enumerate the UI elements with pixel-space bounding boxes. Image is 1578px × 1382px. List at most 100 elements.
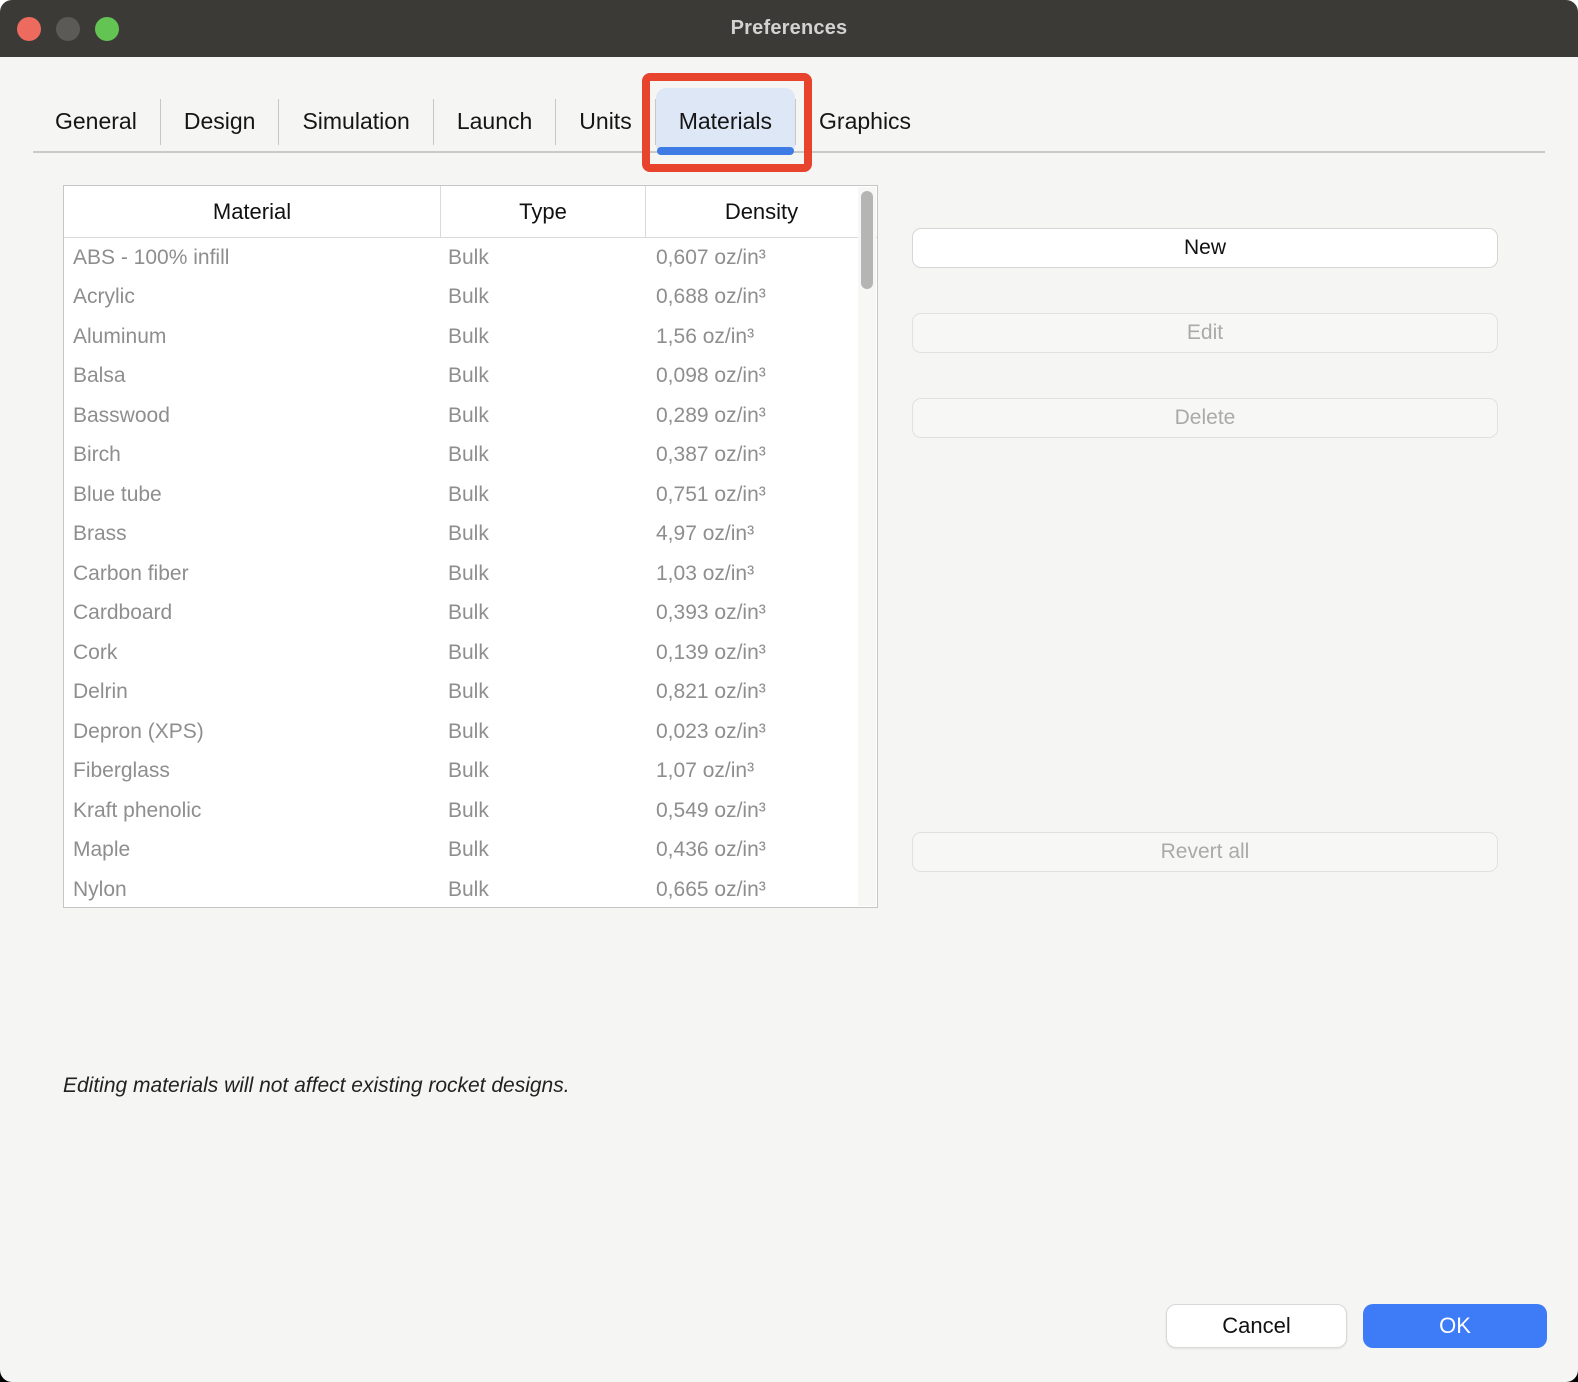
materials-table: Material Type Density ABS - 100% infill … — [63, 185, 878, 908]
column-header-material[interactable]: Material — [64, 186, 441, 237]
table-row[interactable]: Fiberglass Bulk 1,07 oz/in³ — [64, 752, 877, 792]
tab-units[interactable]: Units — [556, 88, 654, 155]
type-cell: Bulk — [441, 680, 646, 704]
density-cell: 0,289 oz/in³ — [646, 404, 877, 428]
tab-design[interactable]: Design — [161, 88, 279, 155]
minimize-button[interactable] — [56, 17, 80, 41]
material-cell: Acrylic — [64, 285, 441, 309]
material-cell: Blue tube — [64, 483, 441, 507]
density-cell: 0,821 oz/in³ — [646, 680, 877, 704]
type-cell: Bulk — [441, 246, 646, 270]
table-row[interactable]: Carbon fiber Bulk 1,03 oz/in³ — [64, 554, 877, 594]
table-row[interactable]: ABS - 100% infill Bulk 0,607 oz/in³ — [64, 238, 877, 278]
traffic-lights — [17, 0, 119, 57]
table-row[interactable]: Nylon Bulk 0,665 oz/in³ — [64, 870, 877, 908]
type-cell: Bulk — [441, 601, 646, 625]
tab-general[interactable]: General — [32, 88, 160, 155]
density-cell: 0,665 oz/in³ — [646, 878, 877, 902]
type-cell: Bulk — [441, 641, 646, 665]
new-button[interactable]: New — [912, 228, 1498, 268]
material-cell: Basswood — [64, 404, 441, 428]
density-cell: 1,03 oz/in³ — [646, 562, 877, 586]
material-cell: Brass — [64, 522, 441, 546]
tab-materials-label: Materials — [679, 108, 772, 135]
table-row[interactable]: Blue tube Bulk 0,751 oz/in³ — [64, 475, 877, 515]
table-row[interactable]: Depron (XPS) Bulk 0,023 oz/in³ — [64, 712, 877, 752]
type-cell: Bulk — [441, 522, 646, 546]
density-cell: 0,751 oz/in³ — [646, 483, 877, 507]
density-cell: 0,607 oz/in³ — [646, 246, 877, 270]
table-row[interactable]: Kraft phenolic Bulk 0,549 oz/in³ — [64, 791, 877, 831]
scrollbar-thumb[interactable] — [861, 191, 873, 289]
active-tab-indicator — [657, 147, 794, 155]
tab-bar: General Design Simulation Launch Units M… — [32, 88, 934, 155]
cancel-button[interactable]: Cancel — [1166, 1304, 1347, 1348]
table-row[interactable]: Acrylic Bulk 0,688 oz/in³ — [64, 278, 877, 318]
density-cell: 0,688 oz/in³ — [646, 285, 877, 309]
material-cell: Aluminum — [64, 325, 441, 349]
material-cell: Depron (XPS) — [64, 720, 441, 744]
type-cell: Bulk — [441, 562, 646, 586]
density-cell: 0,549 oz/in³ — [646, 799, 877, 823]
material-cell: ABS - 100% infill — [64, 246, 441, 270]
ok-button[interactable]: OK — [1363, 1304, 1547, 1348]
type-cell: Bulk — [441, 838, 646, 862]
type-cell: Bulk — [441, 325, 646, 349]
type-cell: Bulk — [441, 364, 646, 388]
material-cell: Carbon fiber — [64, 562, 441, 586]
density-cell: 1,07 oz/in³ — [646, 759, 877, 783]
table-row[interactable]: Cardboard Bulk 0,393 oz/in³ — [64, 594, 877, 634]
density-cell: 4,97 oz/in³ — [646, 522, 877, 546]
material-cell: Cardboard — [64, 601, 441, 625]
materials-note: Editing materials will not affect existi… — [63, 1074, 570, 1098]
density-cell: 0,393 oz/in³ — [646, 601, 877, 625]
density-cell: 0,098 oz/in³ — [646, 364, 877, 388]
material-cell: Kraft phenolic — [64, 799, 441, 823]
zoom-button[interactable] — [95, 17, 119, 41]
tab-simulation[interactable]: Simulation — [279, 88, 432, 155]
title-bar: Preferences — [0, 0, 1578, 57]
density-cell: 1,56 oz/in³ — [646, 325, 877, 349]
preferences-window: Preferences General Design Simulation La… — [0, 0, 1578, 1382]
tab-graphics[interactable]: Graphics — [796, 88, 934, 155]
column-header-type[interactable]: Type — [441, 186, 646, 237]
table-header: Material Type Density — [64, 186, 877, 238]
type-cell: Bulk — [441, 799, 646, 823]
column-header-density[interactable]: Density — [646, 186, 877, 237]
type-cell: Bulk — [441, 443, 646, 467]
table-row[interactable]: Birch Bulk 0,387 oz/in³ — [64, 436, 877, 476]
table-row[interactable]: Aluminum Bulk 1,56 oz/in³ — [64, 317, 877, 357]
material-cell: Nylon — [64, 878, 441, 902]
table-row[interactable]: Delrin Bulk 0,821 oz/in³ — [64, 673, 877, 713]
table-row[interactable]: Basswood Bulk 0,289 oz/in³ — [64, 396, 877, 436]
tab-launch[interactable]: Launch — [434, 88, 555, 155]
material-cell: Maple — [64, 838, 441, 862]
material-cell: Balsa — [64, 364, 441, 388]
delete-button[interactable]: Delete — [912, 398, 1498, 438]
table-row[interactable]: Brass Bulk 4,97 oz/in³ — [64, 515, 877, 555]
density-cell: 0,139 oz/in³ — [646, 641, 877, 665]
revert-all-button[interactable]: Revert all — [912, 832, 1498, 872]
edit-button[interactable]: Edit — [912, 313, 1498, 353]
type-cell: Bulk — [441, 878, 646, 902]
close-button[interactable] — [17, 17, 41, 41]
type-cell: Bulk — [441, 483, 646, 507]
material-cell: Birch — [64, 443, 441, 467]
type-cell: Bulk — [441, 720, 646, 744]
density-cell: 0,436 oz/in³ — [646, 838, 877, 862]
density-cell: 0,387 oz/in³ — [646, 443, 877, 467]
density-cell: 0,023 oz/in³ — [646, 720, 877, 744]
type-cell: Bulk — [441, 285, 646, 309]
screen: Preferences General Design Simulation La… — [0, 0, 1578, 1382]
materials-table-body: ABS - 100% infill Bulk 0,607 oz/in³ Acry… — [64, 238, 877, 908]
table-row[interactable]: Balsa Bulk 0,098 oz/in³ — [64, 357, 877, 397]
table-row[interactable]: Cork Bulk 0,139 oz/in³ — [64, 633, 877, 673]
type-cell: Bulk — [441, 404, 646, 428]
material-cell: Fiberglass — [64, 759, 441, 783]
scrollbar-track[interactable] — [858, 187, 876, 906]
material-cell: Delrin — [64, 680, 441, 704]
type-cell: Bulk — [441, 759, 646, 783]
table-row[interactable]: Maple Bulk 0,436 oz/in³ — [64, 831, 877, 871]
window-title: Preferences — [731, 17, 848, 40]
tab-materials[interactable]: Materials — [656, 88, 795, 155]
